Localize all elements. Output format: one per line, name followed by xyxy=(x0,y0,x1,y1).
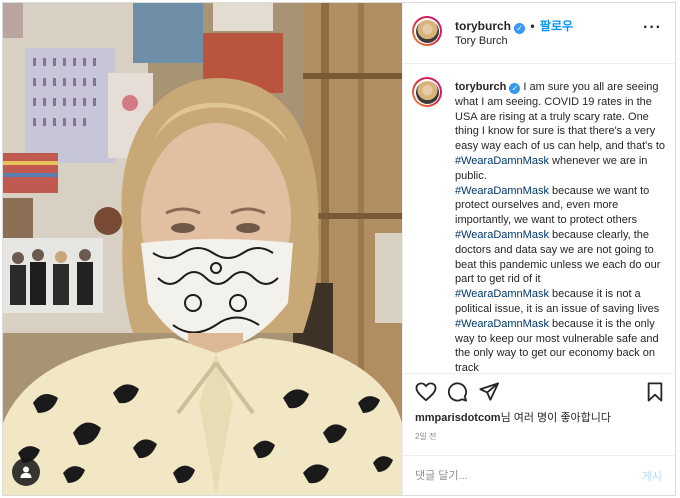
post-photo[interactable] xyxy=(3,3,402,495)
separator-dot: • xyxy=(530,19,535,33)
hashtag-link[interactable]: #WearaDamnMask xyxy=(455,288,549,300)
username-link[interactable]: toryburch xyxy=(455,19,511,33)
verified-badge-icon: ✓ xyxy=(514,23,526,34)
caption-username[interactable]: toryburch xyxy=(455,81,506,93)
hashtag-link[interactable]: #WearaDamnMask xyxy=(455,229,549,241)
comment-bar: 게시 xyxy=(403,455,675,495)
action-bar xyxy=(403,373,675,410)
caption-text: toryburch ✓ I am sure you all are seeing … xyxy=(455,80,673,373)
caption-paragraph: toryburch ✓ I am sure you all are seeing … xyxy=(455,80,673,184)
caption-paragraph: #WearaDamnMask because we want to protec… xyxy=(455,184,673,228)
likes-text[interactable]: 님 여러 명이 좋아합니다 xyxy=(501,412,611,424)
header-username-row: toryburch ✓ • 팔로우 xyxy=(455,17,573,34)
bookmark-icon[interactable] xyxy=(646,382,664,402)
liker-username[interactable]: mmparisdotcom xyxy=(415,412,501,424)
hashtag-link[interactable]: #WearaDamnMask xyxy=(455,185,549,197)
instagram-post-modal: toryburch ✓ • 팔로우 Tory Burch ··· toryburc… xyxy=(2,2,676,496)
caption-paragraph: #WearaDamnMask because it is not a polit… xyxy=(455,287,673,317)
likes-summary: mmparisdotcom님 여러 명이 좋아합니다 xyxy=(415,409,611,425)
avatar[interactable] xyxy=(412,16,442,46)
comment-input[interactable] xyxy=(415,467,615,485)
post-header: toryburch ✓ • 팔로우 Tory Burch ··· xyxy=(403,3,675,64)
hashtag-link[interactable]: #WearaDamnMask xyxy=(455,318,549,330)
hashtag-link[interactable]: #WearaDamnMask xyxy=(455,155,549,167)
follow-button[interactable]: 팔로우 xyxy=(540,19,573,33)
avatar-image xyxy=(415,80,439,104)
post-comment-button[interactable]: 게시 xyxy=(642,468,662,484)
caption-paragraph: #WearaDamnMask because clearly, the doct… xyxy=(455,228,673,287)
paper-plane-icon[interactable] xyxy=(479,382,499,402)
post-timestamp[interactable]: 2일 전 xyxy=(415,431,436,442)
heart-icon[interactable] xyxy=(415,382,437,402)
ellipsis-icon[interactable]: ··· xyxy=(643,20,662,36)
caption-area: toryburch ✓ I am sure you all are seeing … xyxy=(403,64,675,373)
comment-icon[interactable] xyxy=(447,382,468,402)
header-subtitle[interactable]: Tory Burch xyxy=(455,35,508,47)
avatar-image xyxy=(415,19,439,43)
caption-paragraph: #WearaDamnMask because it is the only wa… xyxy=(455,317,673,373)
user-tag-icon xyxy=(20,466,32,478)
photo-illustration xyxy=(3,3,402,495)
user-tag-button[interactable] xyxy=(12,458,40,486)
post-details-panel: toryburch ✓ • 팔로우 Tory Burch ··· toryburc… xyxy=(402,3,675,495)
caption-avatar[interactable] xyxy=(412,77,442,107)
verified-badge-icon: ✓ xyxy=(509,83,521,94)
